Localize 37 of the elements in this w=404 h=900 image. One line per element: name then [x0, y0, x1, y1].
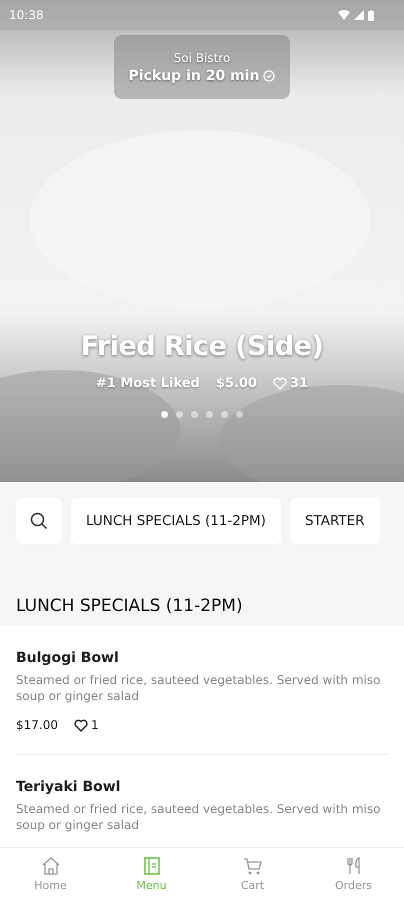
cart-icon [242, 856, 262, 876]
like-count: 1 [91, 718, 99, 732]
category-tab[interactable]: STARTER [290, 498, 380, 544]
status-time: 10:38 [9, 8, 44, 22]
signal-icon [354, 10, 364, 20]
pickup-time: Pickup in 20 min [128, 68, 260, 84]
item-description: Steamed or fried rice, sauteed vegetables. Served with miso soup or ginger salad [16, 801, 382, 833]
carousel-dot[interactable] [236, 411, 243, 418]
nav-tab[interactable]: Home [20, 856, 80, 892]
section-heading: LUNCH SPECIALS (11-2PM) [15, 595, 244, 618]
carousel-dot[interactable] [190, 411, 198, 418]
heart-icon [272, 377, 287, 390]
search-button[interactable] [16, 498, 62, 544]
nav-tab[interactable]: Cart [222, 856, 282, 892]
nav-tab[interactable]: Orders [324, 856, 384, 892]
item-name[interactable]: Teriyaki Bowl [16, 779, 388, 795]
item-price: $17.00 [16, 718, 58, 732]
carousel-dot[interactable] [220, 411, 228, 418]
heart-icon[interactable] [74, 718, 88, 732]
home-icon [40, 856, 60, 876]
item-name[interactable]: Bulgogi Bowl [16, 650, 388, 666]
item-description: Steamed or fried rice, sauteed vegetables. Served with miso soup or ginger salad [16, 672, 382, 704]
featured-price: $5.00 [216, 376, 257, 391]
category-tab[interactable]: LUNCH SPECIALS (11-2PM) [71, 498, 281, 544]
search-icon [30, 512, 48, 530]
battery-icon [368, 10, 374, 20]
featured-title: Fried Rice (Side) [80, 331, 324, 362]
wifi-icon [338, 10, 350, 20]
carousel-dot[interactable] [176, 411, 183, 418]
clock-icon [263, 70, 276, 82]
most-liked-label: #1 Most Liked [96, 376, 200, 391]
like-count: 31 [290, 376, 308, 391]
nav-tab[interactable]: Menu [122, 856, 182, 892]
store-name: Soi Bistro [174, 50, 230, 64]
carousel-dot[interactable] [206, 411, 213, 418]
pickup-card[interactable]: Soi Bistro Pickup in 20 min [114, 35, 290, 99]
menu-book-icon [142, 856, 162, 876]
